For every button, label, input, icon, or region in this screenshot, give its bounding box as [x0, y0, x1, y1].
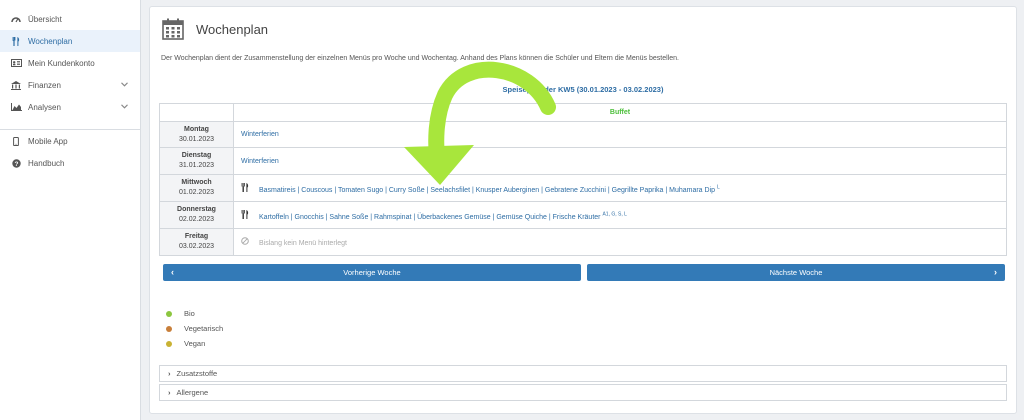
- table-row: Montag 30.01.2023 Winterferien: [159, 121, 1007, 148]
- allergen-codes: L: [716, 184, 720, 191]
- day-name: Mittwoch: [181, 179, 212, 186]
- legend-dot: [166, 340, 172, 347]
- legend: Bio Vegetarisch Vegan: [166, 306, 223, 351]
- day-cell: Mittwoch 01.02.2023: [159, 174, 234, 202]
- menu-text: Winterferien: [241, 131, 279, 138]
- legend-item-bio: Bio: [166, 306, 223, 321]
- day-date: 30.01.2023: [178, 135, 215, 143]
- legend-label: Vegetarisch: [184, 324, 224, 333]
- collapsible-zusatzstoffe[interactable]: › Zusatzstoffe: [159, 365, 1007, 382]
- sidebar-item-finanzen[interactable]: Finanzen: [0, 74, 140, 96]
- next-week-label: Nächste Woche: [769, 268, 823, 277]
- legend-label: Bio: [184, 309, 195, 318]
- chevron-right-icon: ›: [994, 267, 997, 277]
- menu-cell[interactable]: Winterferien: [233, 121, 1007, 148]
- sidebar-item-uebersicht[interactable]: Übersicht: [0, 8, 140, 30]
- sidebar-item-handbuch[interactable]: ? Handbuch: [0, 152, 140, 174]
- previous-week-label: Vorherige Woche: [343, 268, 401, 277]
- previous-week-button[interactable]: ‹ Vorherige Woche: [163, 264, 581, 281]
- bank-icon: [10, 80, 22, 90]
- day-name: Montag: [184, 125, 209, 133]
- menu-cell: Bislang kein Menü hinterlegt: [233, 228, 1007, 256]
- legend-dot: [166, 325, 172, 332]
- day-name: Freitag: [184, 233, 209, 240]
- help-circle-icon: ?: [10, 158, 22, 168]
- collapsible-label: Zusatzstoffe: [176, 369, 218, 378]
- next-week-button[interactable]: Nächste Woche ›: [587, 264, 1005, 281]
- id-card-icon: [10, 59, 22, 67]
- collapsible-allergene[interactable]: › Allergene: [159, 384, 1007, 401]
- sidebar-item-mobile-app[interactable]: Mobile App: [0, 130, 140, 152]
- day-cell: Freitag 03.02.2023: [159, 228, 234, 256]
- cutlery-icon: [241, 209, 251, 221]
- menu-text: Kartoffeln | Gnocchis | Sahne Soße | Rah…: [259, 213, 601, 221]
- table-header-day: [159, 103, 234, 122]
- sidebar-item-label: Analysen: [28, 102, 61, 112]
- chevron-right-icon: ›: [168, 369, 171, 378]
- chevron-down-icon[interactable]: [121, 80, 128, 89]
- legend-dot: [166, 310, 172, 317]
- sidebar-item-kundenkonto[interactable]: Mein Kundenkonto: [0, 52, 140, 74]
- legend-label: Vegan: [184, 339, 206, 348]
- ban-icon: [241, 237, 251, 247]
- menu-text: Winterferien: [241, 157, 279, 165]
- page-header: Wochenplan: [162, 18, 268, 40]
- menu-text: Bislang kein Menü hinterlegt: [259, 240, 347, 247]
- menu-cell[interactable]: Kartoffeln | Gnocchis | Sahne Soße | Rah…: [233, 201, 1007, 229]
- table-row: Mittwoch 01.02.2023 Basmatireis | Couscou…: [159, 174, 1007, 202]
- chevron-left-icon: ‹: [171, 267, 174, 277]
- sidebar-item-label: Finanzen: [28, 80, 61, 90]
- area-chart-icon: [10, 103, 22, 111]
- table-row: Dienstag 31.01.2023 Winterferien: [159, 147, 1007, 175]
- sidebar: Übersicht Wochenplan Mein Kundenkonto Fi…: [0, 0, 141, 420]
- week-plan-table: Buffet Montag 30.01.2023 Winterferien Die…: [159, 103, 1007, 256]
- day-date: 03.02.2023: [178, 243, 215, 250]
- sidebar-item-label: Mein Kundenkonto: [28, 58, 95, 68]
- day-date: 01.02.2023: [178, 189, 215, 196]
- day-cell: Dienstag 31.01.2023: [159, 147, 234, 175]
- day-date: 31.01.2023: [178, 162, 215, 169]
- week-title: Speiseplan der KW5 (30.01.2023 - 03.02.2…: [502, 85, 664, 94]
- table-row: Freitag 03.02.2023 Bislang kein Menü hint…: [159, 228, 1007, 256]
- chevron-down-icon[interactable]: [121, 102, 128, 111]
- sidebar-item-analysen[interactable]: Analysen: [0, 96, 140, 118]
- sidebar-item-label: Übersicht: [28, 14, 62, 24]
- chevron-right-icon: ›: [168, 388, 171, 397]
- legend-item-vegan: Vegan: [166, 336, 223, 351]
- legend-item-vegetarisch: Vegetarisch: [166, 321, 223, 336]
- menu-cell[interactable]: Winterferien: [233, 147, 1007, 175]
- page-title: Wochenplan: [196, 21, 269, 37]
- day-name: Dienstag: [181, 152, 212, 159]
- day-date: 02.02.2023: [178, 216, 215, 223]
- allergen-codes: A1, G, S, L: [602, 211, 627, 218]
- day-cell: Montag 30.01.2023: [159, 121, 234, 148]
- sidebar-item-label: Mobile App: [28, 136, 68, 146]
- dashboard-icon: [10, 15, 22, 23]
- svg-text:?: ?: [14, 161, 18, 168]
- sidebar-item-label: Wochenplan: [28, 36, 73, 46]
- cutlery-icon: [241, 182, 251, 194]
- sidebar-item-wochenplan[interactable]: Wochenplan: [0, 30, 140, 52]
- collapsible-label: Allergene: [176, 388, 209, 397]
- day-name: Donnerstag: [177, 206, 216, 213]
- cutlery-icon: [10, 36, 22, 46]
- calendar-icon: [162, 18, 184, 40]
- annotation-arrow-icon: [404, 61, 556, 185]
- main-panel: Wochenplan Der Wochenplan dient der Zusa…: [149, 6, 1017, 414]
- table-row: Donnerstag 02.02.2023 Kartoffeln | Gnocch…: [159, 201, 1007, 229]
- day-cell: Donnerstag 02.02.2023: [159, 201, 234, 229]
- mobile-phone-icon: [10, 136, 22, 146]
- menu-cell[interactable]: Basmatireis | Couscous | Tomaten Sugo | …: [233, 174, 1007, 202]
- table-header-row: Buffet: [159, 103, 1007, 122]
- sidebar-item-label: Handbuch: [28, 158, 65, 168]
- table-header-buffet: Buffet: [233, 103, 1007, 122]
